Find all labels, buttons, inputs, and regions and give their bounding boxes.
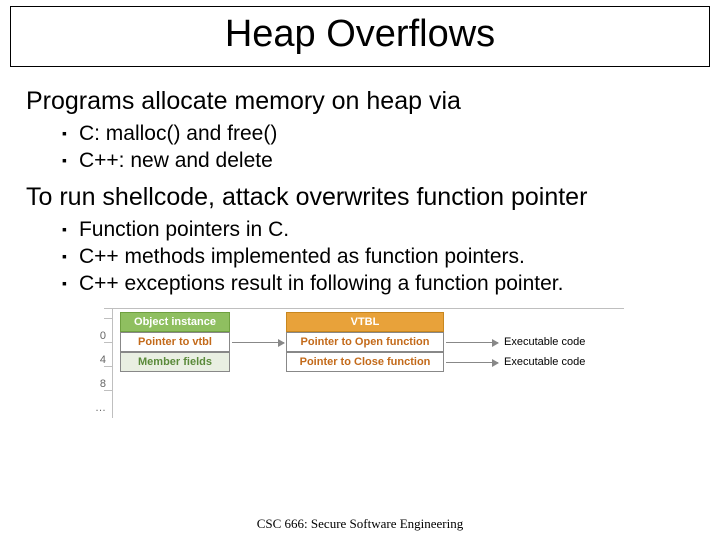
vtbl-open-ptr: Pointer to Open function: [286, 332, 444, 352]
slide-body: Programs allocate memory on heap via C: …: [0, 67, 720, 426]
tick: [104, 366, 112, 367]
lead-2: To run shellcode, attack overwrites func…: [26, 183, 694, 212]
tick-label: 4: [86, 354, 106, 366]
list-item: C++: new and delete: [62, 149, 694, 173]
arrow-icon: [232, 342, 284, 343]
title-bar: Heap Overflows: [10, 6, 710, 67]
vtbl-diagram: 0 4 8 … Object instance Pointer to vtbl …: [86, 306, 646, 426]
tick: [104, 318, 112, 319]
tick: [104, 342, 112, 343]
arrow-icon: [446, 342, 498, 343]
list-item: Function pointers in C.: [62, 218, 694, 242]
slide-title: Heap Overflows: [11, 13, 709, 56]
vtbl-close-ptr: Pointer to Close function: [286, 352, 444, 372]
member-fields: Member fields: [120, 352, 230, 372]
list-item: C: malloc() and free(): [62, 122, 694, 146]
vtbl-header: VTBL: [286, 312, 444, 332]
list-item: C++ exceptions result in following a fun…: [62, 272, 694, 296]
tick-label: 0: [86, 330, 106, 342]
slide-footer: CSC 666: Secure Software Engineering: [0, 516, 720, 532]
list-item: C++ methods implemented as function poin…: [62, 245, 694, 269]
tick-label: …: [86, 402, 106, 414]
tick-label: 8: [86, 378, 106, 390]
exec-code-1: Executable code: [500, 332, 610, 352]
axis-vertical: [112, 308, 113, 418]
list-2: Function pointers in C. C++ methods impl…: [62, 218, 694, 296]
axis-horizontal: [104, 308, 624, 309]
lead-1: Programs allocate memory on heap via: [26, 87, 694, 116]
object-header: Object instance: [120, 312, 230, 332]
tick: [104, 390, 112, 391]
exec-code-2: Executable code: [500, 352, 610, 372]
pointer-to-vtbl: Pointer to vtbl: [120, 332, 230, 352]
arrow-icon: [446, 362, 498, 363]
list-1: C: malloc() and free() C++: new and dele…: [62, 122, 694, 173]
